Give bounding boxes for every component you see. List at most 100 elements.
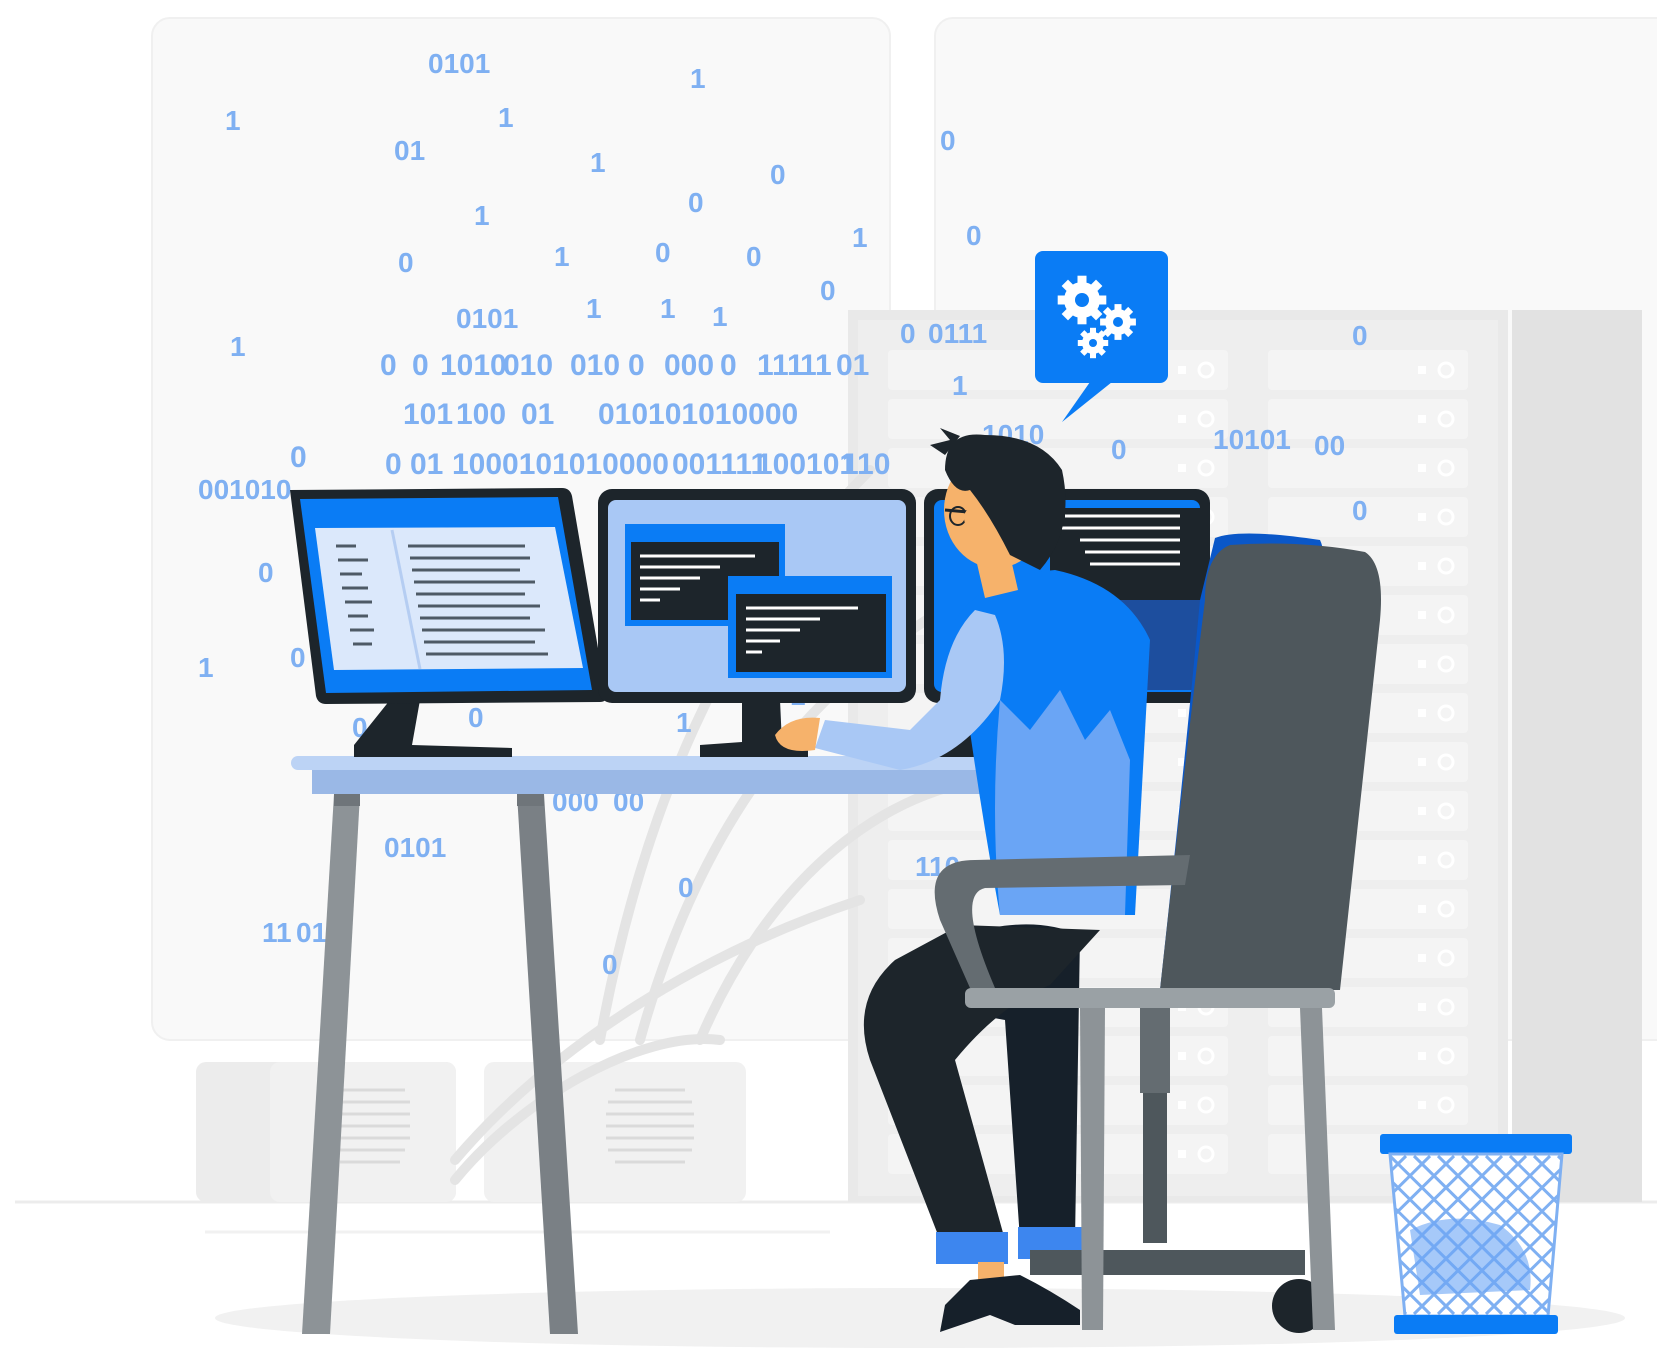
rack-indicator [1418,1101,1426,1109]
rack-indicator [1418,562,1426,570]
binary-digit-text: 0 [900,318,916,349]
binary-digit-text: 0 [655,237,671,268]
binary-digit-text: 1 [474,200,490,231]
rack-indicator [1418,807,1426,815]
binary-digit-text: 0 [1111,434,1127,465]
binary-digit-text: 01 [410,448,443,481]
gear-tooth [1090,352,1096,359]
rack-indicator [1418,856,1426,864]
binary-digit-text: 0 [770,159,786,190]
binary-digit-text: 1 [225,105,241,136]
binary-digit-text: 0 [398,247,414,278]
gear-tooth [1077,275,1087,285]
binary-digit-text: 1 [660,293,676,324]
binary-digit-text: 01 [394,135,425,166]
binary-digit-text: 01 [296,917,327,948]
rack-indicator [1418,709,1426,717]
binary-digit-text: 1 [586,293,602,324]
rack-indicator [1418,415,1426,423]
binary-digit-text: 0 [290,441,307,474]
binary-digit-text: 10101 [1213,424,1291,455]
binary-digit-text: 0111 [928,318,987,349]
binary-digit-text: 010101010000 [598,398,798,431]
binary-digit-text: 1 [198,652,214,683]
floor-boxes [196,1062,746,1202]
binary-digit-text: 010 [503,349,553,382]
rack-unit [888,399,1228,439]
binary-digit-text: 1 [498,102,514,133]
gear-tooth [1100,318,1108,326]
rack-indicator [1418,1003,1426,1011]
binary-digit-text: 1 [554,241,570,272]
binary-digit-text: 0 [258,557,274,588]
binary-digit-text: 0 [720,349,737,382]
binary-digit-text: 1 [590,147,606,178]
gear-tooth [1114,332,1122,340]
rack-indicator [1418,660,1426,668]
binary-digit-text: 0 [628,349,645,382]
binary-digit-text: 0 [385,448,402,481]
binary-digit-text: 1 [230,331,246,362]
binary-digit-text: 0 [468,702,484,733]
rack-indicator [1418,758,1426,766]
binary-digit-text: 001111 [672,448,767,481]
binary-digit-text: 0 [602,949,618,980]
rack-indicator [1418,513,1426,521]
binary-digit-text: 0 [746,241,762,272]
rack-indicator [1178,366,1186,374]
binary-digit-text: 0 [380,349,397,382]
binary-digit-text: 0 [1352,320,1368,351]
rack-indicator [1178,415,1186,423]
binary-digit-text: 0 [688,187,704,218]
rack-indicator [1178,709,1186,717]
rack-indicator [1418,611,1426,619]
binary-digit-text: 101 [403,398,453,431]
rack-indicator [1178,1150,1186,1158]
gear-tooth [1077,315,1087,325]
rack-indicator [1418,954,1426,962]
gear-tooth [1114,304,1122,312]
binary-digit-text: 0 [966,220,982,251]
binary-digit-text: 110 [842,448,890,481]
binary-digit-text: 111 [757,349,804,382]
binary-digit-text: 0 [820,275,836,306]
developer-illustration: 0101 11 101 1 01 00 1 0 01000101 1 1 1010 0 1010010 01… [15,17,1657,1348]
binary-digit-text: 1 [852,222,868,253]
binary-digit-text: 01 [521,398,554,431]
binary-digit-text: 0 [1352,495,1368,526]
rack-indicator [1418,1052,1426,1060]
binary-digit-text: 11 [800,349,832,382]
binary-digit-text: 1000101010000 [452,448,669,481]
gear-tooth [1102,340,1109,346]
gear-tooth [1097,295,1107,305]
rack-indicator [1418,905,1426,913]
binary-digit-text: 00 [1314,430,1345,461]
rack-indicator [1178,1052,1186,1060]
rack-indicator [1418,366,1426,374]
binary-digit-text: 010 [570,349,620,382]
binary-digit-text: 000 [664,349,714,382]
binary-digit-text: 0101 [428,48,490,79]
binary-digit-text: 0 [290,642,306,673]
binary-digit-text: 0101 [456,303,518,334]
binary-digit-text: 1 [712,301,728,332]
rack-indicator [1418,464,1426,472]
gear-tooth [1128,318,1136,326]
binary-digit-text: 1 [952,370,968,401]
binary-digit-text: 0 [412,349,429,382]
gear-tooth [1090,327,1096,334]
binary-digit-text: 001010 [198,474,291,505]
gear-tooth [1077,340,1084,346]
gear-tooth [1057,295,1067,305]
binary-digit-text: 0 [678,872,694,903]
rack-indicator [1178,464,1186,472]
binary-digit-text: 0 [940,125,956,156]
binary-digit-text: 11 [262,917,292,948]
binary-digit-text: 1 [690,63,706,94]
rack-indicator [1178,1101,1186,1109]
binary-digit-text: 0101 [384,832,446,863]
binary-digit-text: 100 [456,398,506,431]
binary-digit-text: 01 [836,349,869,382]
binary-digit-text: 1 [676,707,692,738]
binary-digit-text: 1010 [440,349,507,382]
